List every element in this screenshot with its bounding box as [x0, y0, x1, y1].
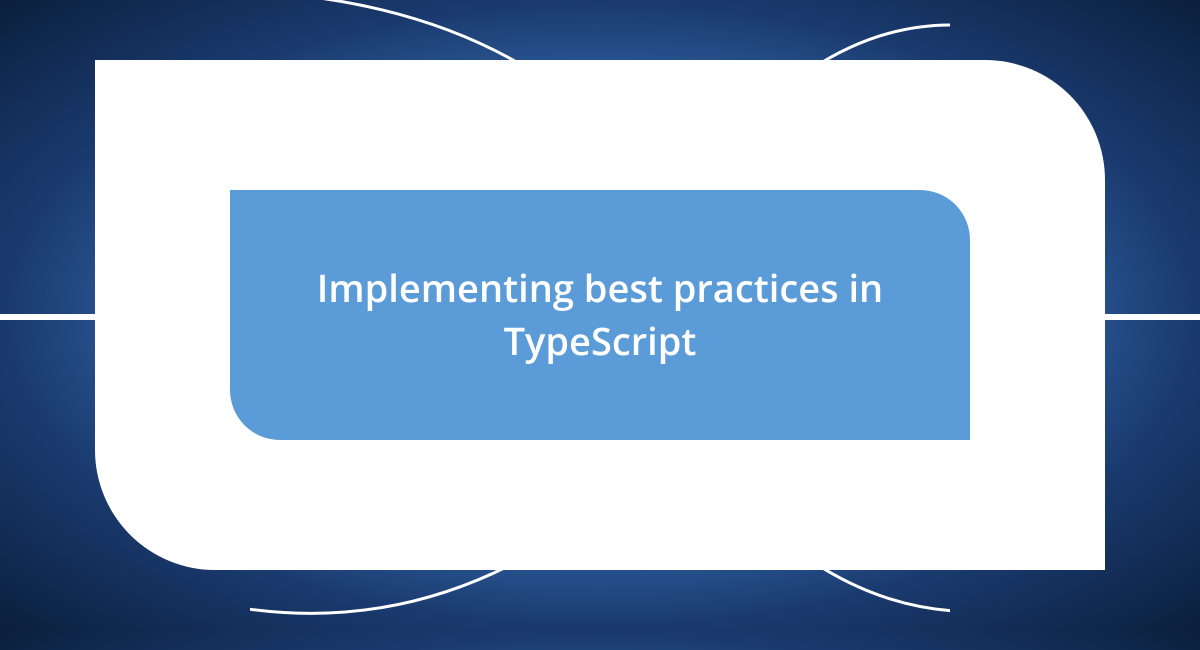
title-panel: Implementing best practices in TypeScrip…	[230, 190, 970, 440]
decorative-line-right	[1100, 314, 1200, 320]
decorative-line-left	[0, 314, 100, 320]
title-text: Implementing best practices in TypeScrip…	[230, 262, 970, 368]
